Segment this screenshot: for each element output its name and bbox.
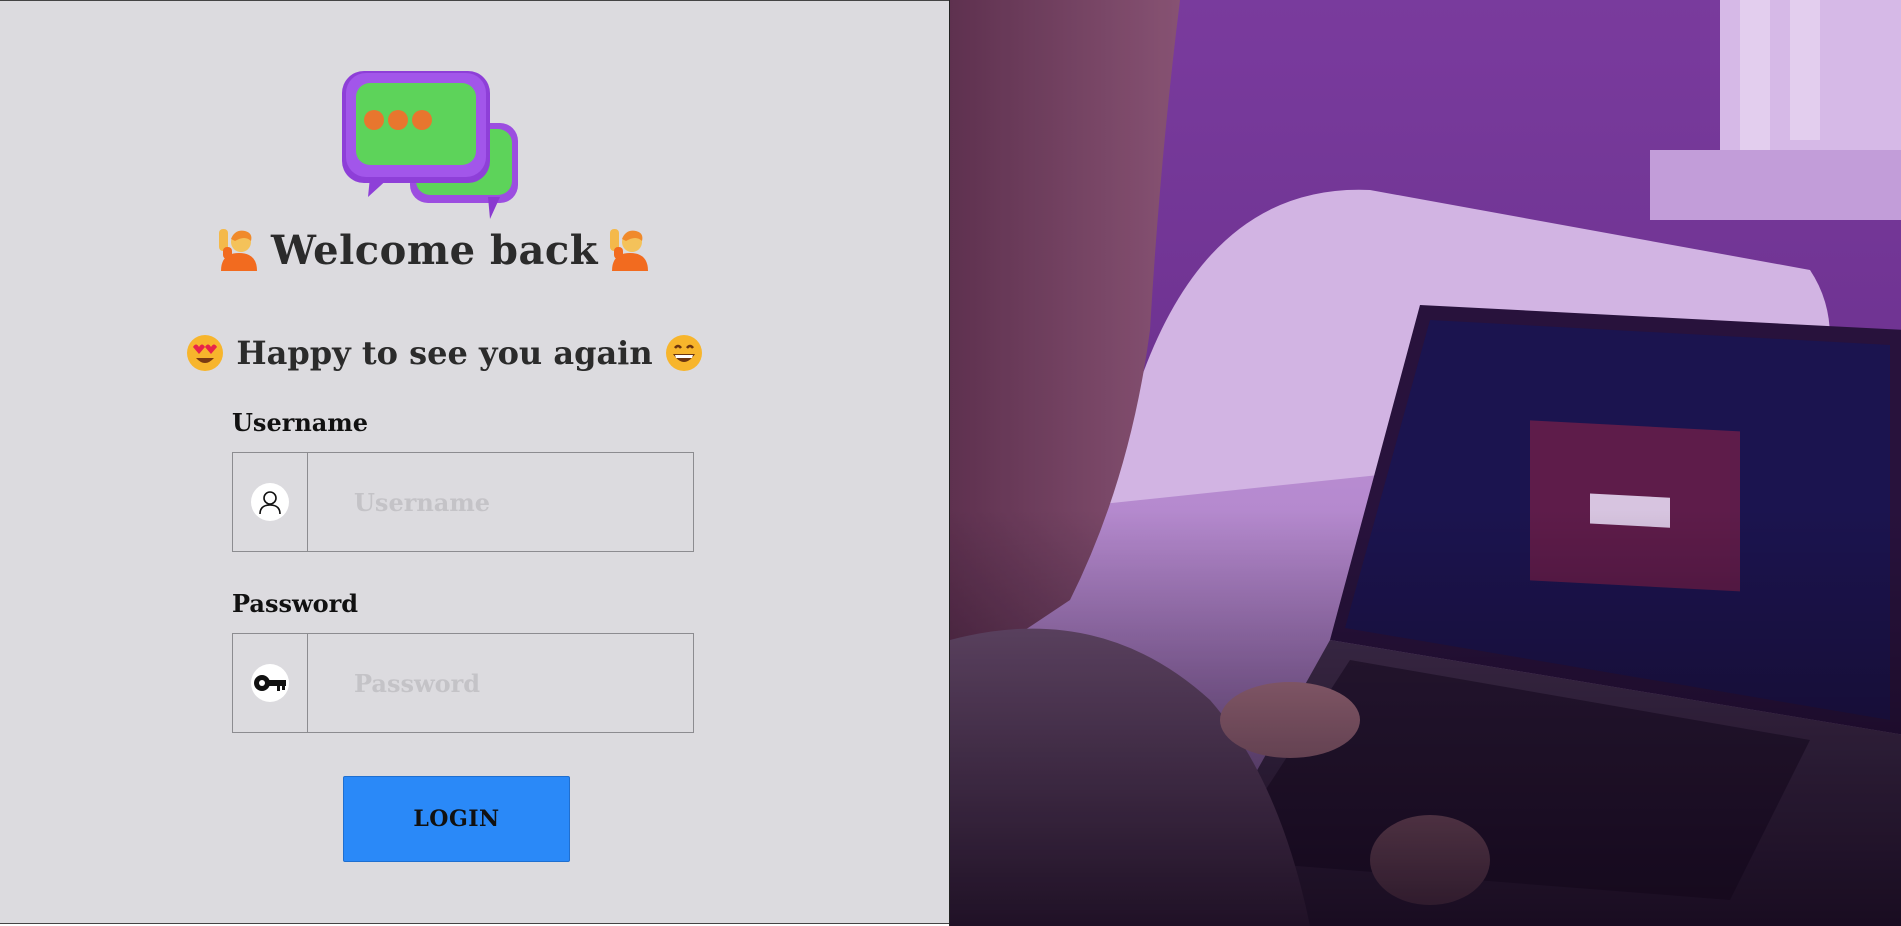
heart-eyes-emoji-icon [187,335,224,371]
password-icon-cell [233,634,308,732]
username-input[interactable] [308,453,693,551]
login-button[interactable]: LOGIN [343,776,570,862]
grinning-face-emoji-icon [665,335,702,371]
hero-photo [949,0,1901,926]
welcome-heading: Welcome back [0,223,949,277]
person-raising-hand-emoji-icon [219,229,257,271]
person-raising-hand-emoji-icon [610,229,648,271]
woman-with-laptop-image [950,0,1901,926]
password-field [232,633,694,733]
chat-bubbles-icon [342,71,518,219]
welcome-title: Welcome back [271,226,598,274]
username-icon-cell [233,453,308,551]
subtitle-heading: Happy to see you again [0,331,949,375]
user-icon [251,483,289,521]
password-input[interactable] [308,634,693,732]
username-field [232,452,694,552]
password-label: Password [232,589,359,618]
username-label: Username [232,408,369,437]
login-panel: Welcome back Happy to see you again User… [0,0,949,924]
subtitle-text: Happy to see you again [236,334,653,372]
key-icon [251,664,289,702]
